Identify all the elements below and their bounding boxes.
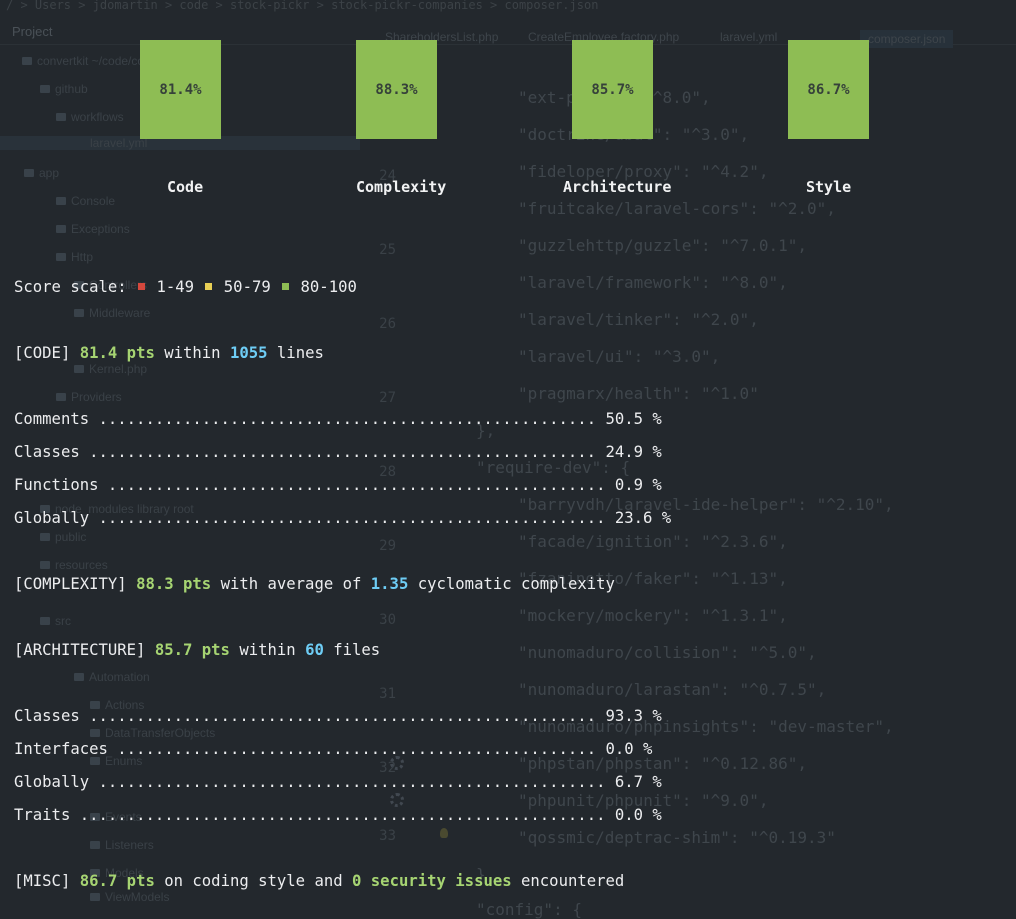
dot-leader: ........................................… — [89, 443, 597, 461]
dot-leader: ........................................… — [98, 773, 606, 791]
summary-label-style: Style — [806, 178, 852, 196]
metric-row: Functions ..............................… — [14, 476, 662, 494]
summary-label-architecture: Architecture — [563, 178, 672, 196]
summary-label-complexity: Complexity — [356, 178, 447, 196]
metric-row: Traits .................................… — [14, 806, 662, 824]
dot-leader: ........................................… — [117, 740, 597, 758]
code-section-header: [CODE] 81.4 pts within 1055 lines — [14, 344, 324, 362]
architecture-section-header: [ARCHITECTURE] 85.7 pts within 60 files — [14, 641, 381, 659]
summary-box-complexity: 88.3% — [356, 40, 437, 139]
misc-section-header: [MISC] 86.7 pts on coding style and 0 se… — [14, 872, 625, 890]
metric-row: Comments ...............................… — [14, 410, 662, 428]
dot-leader: ........................................… — [107, 476, 606, 494]
metric-row: Globally ...............................… — [14, 509, 672, 527]
phpinsights-report: 81.4% 88.3% 85.7% 86.7% Code Complexity … — [0, 0, 1016, 917]
metric-row: Interfaces .............................… — [14, 740, 653, 758]
red-square-icon — [138, 283, 146, 290]
score-scale: Score scale: 1-49 50-79 80-100 — [14, 278, 357, 296]
summary-box-architecture: 85.7% — [572, 40, 653, 139]
complexity-section-header: [COMPLEXITY] 88.3 pts with average of 1.… — [14, 575, 615, 593]
dot-leader: ........................................… — [98, 410, 597, 428]
summary-box-style: 86.7% — [788, 40, 869, 139]
dot-leader: ........................................… — [89, 707, 597, 725]
dot-leader: ........................................… — [98, 509, 606, 527]
yellow-square-icon — [205, 283, 213, 290]
metric-row: Classes ................................… — [14, 443, 662, 461]
summary-box-code: 81.4% — [140, 40, 221, 139]
dot-leader: ........................................… — [79, 806, 606, 824]
metric-row: Classes ................................… — [14, 707, 662, 725]
summary-label-code: Code — [167, 178, 204, 196]
green-square-icon — [282, 283, 290, 290]
metric-row: Globally ...............................… — [14, 773, 662, 791]
